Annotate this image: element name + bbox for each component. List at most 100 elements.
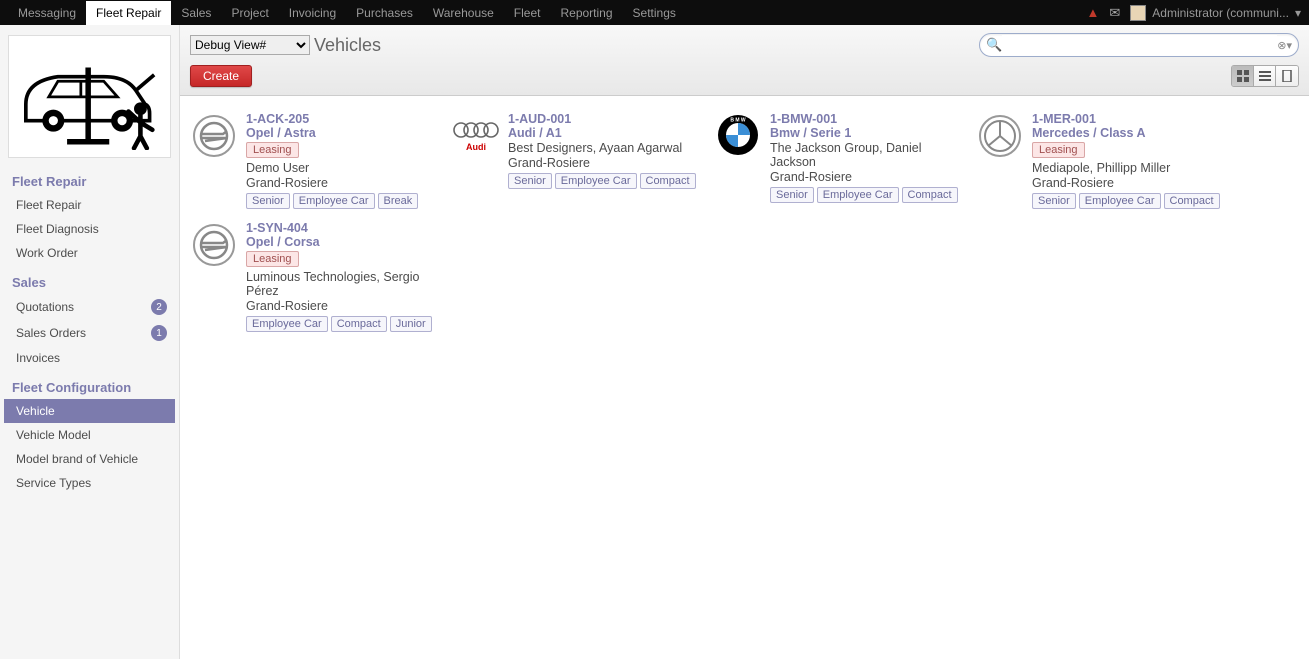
- top-nav-right: ▲ ✉ Administrator (communi... ▾: [1086, 5, 1301, 21]
- vehicle-tag: Compact: [902, 187, 958, 203]
- sidebar-item-fleet-diagnosis[interactable]: Fleet Diagnosis: [4, 217, 175, 241]
- sidebar-item-model-brand-of-vehicle[interactable]: Model brand of Vehicle: [4, 447, 175, 471]
- bmw-logo-icon: B M W: [716, 113, 760, 160]
- vehicle-tag: Senior: [508, 173, 552, 189]
- sidebar-section-fleet-repair: Fleet Repair: [4, 170, 175, 193]
- vehicle-tag: Employee Car: [555, 173, 637, 189]
- search-icon: 🔍: [986, 37, 1002, 53]
- sidebar-item-sales-orders[interactable]: Sales Orders 1: [4, 320, 175, 346]
- vehicle-tag: Compact: [1164, 193, 1220, 209]
- vehicle-location: Grand-Rosiere: [508, 156, 706, 170]
- sidebar-item-vehicle-model[interactable]: Vehicle Model: [4, 423, 175, 447]
- vehicle-tag: Employee Car: [293, 193, 375, 209]
- top-nav: MessagingFleet RepairSalesProjectInvoici…: [0, 0, 1309, 25]
- sidebar-item-label: Vehicle: [16, 404, 55, 418]
- sidebar-item-label: Model brand of Vehicle: [16, 452, 138, 466]
- sidebar-item-label: Fleet Diagnosis: [16, 222, 99, 236]
- topnav-item-settings[interactable]: Settings: [623, 1, 686, 25]
- topnav-item-purchases[interactable]: Purchases: [346, 1, 423, 25]
- vehicle-tags: SeniorEmployee CarBreak: [246, 193, 444, 209]
- topnav-item-project[interactable]: Project: [221, 1, 278, 25]
- vehicle-location: Grand-Rosiere: [1032, 176, 1230, 190]
- sidebar-item-vehicle[interactable]: Vehicle: [4, 399, 175, 423]
- badge: 1: [151, 325, 167, 341]
- vehicle-tags: Employee CarCompactJunior: [246, 316, 444, 332]
- opel-logo-icon: [193, 224, 235, 266]
- sidebar-item-fleet-repair[interactable]: Fleet Repair: [4, 193, 175, 217]
- vehicle-plate[interactable]: 1-ACK-205: [246, 112, 444, 126]
- vehicle-plate[interactable]: 1-SYN-404: [246, 221, 444, 235]
- topnav-item-messaging[interactable]: Messaging: [8, 1, 86, 25]
- alert-icon[interactable]: ▲: [1086, 5, 1099, 20]
- sidebar-item-invoices[interactable]: Invoices: [4, 346, 175, 370]
- create-button[interactable]: Create: [190, 65, 252, 87]
- vehicle-card[interactable]: B M W1-BMW-001Bmw / Serie 1The Jackson G…: [710, 108, 972, 213]
- search-input[interactable]: [1002, 35, 1277, 55]
- sidebar-item-label: Vehicle Model: [16, 428, 91, 442]
- vehicle-card[interactable]: 1-SYN-404Opel / CorsaLeasingLuminous Tec…: [186, 217, 448, 336]
- clear-search-icon[interactable]: ⊗▾: [1277, 39, 1292, 52]
- chat-icon[interactable]: ✉: [1109, 5, 1120, 21]
- vehicle-tag: Compact: [640, 173, 696, 189]
- vehicle-tags: SeniorEmployee CarCompact: [1032, 193, 1230, 209]
- sidebar-item-label: Work Order: [16, 246, 78, 260]
- user-menu[interactable]: Administrator (communi... ▾: [1130, 5, 1301, 21]
- vehicle-location: Grand-Rosiere: [770, 170, 968, 184]
- vehicle-model[interactable]: Opel / Corsa: [246, 235, 444, 249]
- sidebar-item-label: Service Types: [16, 476, 91, 490]
- user-label: Administrator (communi...: [1152, 6, 1289, 20]
- avatar: [1130, 5, 1146, 21]
- search-box[interactable]: 🔍 ⊗▾: [979, 33, 1299, 57]
- vehicle-customer: Mediapole, Phillipp Miller: [1032, 161, 1230, 175]
- leasing-badge: Leasing: [246, 142, 299, 158]
- badge: 2: [151, 299, 167, 315]
- vehicle-plate[interactable]: 1-AUD-001: [508, 112, 706, 126]
- vehicle-model[interactable]: Bmw / Serie 1: [770, 126, 968, 140]
- vehicle-location: Grand-Rosiere: [246, 176, 444, 190]
- vehicle-kanban: 1-ACK-205Opel / AstraLeasingDemo UserGra…: [180, 96, 1309, 348]
- sidebar-item-label: Invoices: [16, 351, 60, 365]
- sidebar-section-sales: Sales: [4, 271, 175, 294]
- sidebar: Fleet Repair Fleet Repair Fleet Diagnosis W…: [0, 25, 180, 659]
- vehicle-tag: Senior: [1032, 193, 1076, 209]
- debug-view-select[interactable]: Debug View#: [190, 35, 310, 55]
- fleet-repair-logo-icon: [15, 40, 165, 150]
- topnav-item-reporting[interactable]: Reporting: [550, 1, 622, 25]
- vehicle-tag: Employee Car: [246, 316, 328, 332]
- topnav-item-warehouse[interactable]: Warehouse: [423, 1, 504, 25]
- vehicle-card[interactable]: 1-MER-001Mercedes / Class A Leasing Mediap…: [972, 108, 1234, 213]
- vehicle-plate[interactable]: 1-MER-001: [1032, 112, 1230, 126]
- vehicle-card[interactable]: Audi1-AUD-001Audi / A1Best Designers, Ay…: [448, 108, 710, 213]
- sidebar-item-label: Sales Orders: [16, 326, 86, 340]
- topnav-item-fleet-repair[interactable]: Fleet Repair: [86, 1, 171, 25]
- vehicle-model[interactable]: Opel / Astra: [246, 126, 444, 140]
- content: Debug View# Vehicles 🔍 ⊗▾ Create: [180, 25, 1309, 659]
- vehicle-tag: Employee Car: [1079, 193, 1161, 209]
- vehicle-plate[interactable]: 1-BMW-001: [770, 112, 968, 126]
- view-switcher: [1231, 65, 1299, 87]
- sidebar-item-label: Fleet Repair: [16, 198, 81, 212]
- topnav-item-sales[interactable]: Sales: [171, 1, 221, 25]
- sidebar-item-quotations[interactable]: Quotations 2: [4, 294, 175, 320]
- leasing-badge: Leasing: [1032, 142, 1085, 158]
- sidebar-item-label: Quotations: [16, 300, 74, 314]
- mercedes-logo-icon: [979, 115, 1021, 157]
- form-view-button[interactable]: [1276, 66, 1298, 86]
- vehicle-card[interactable]: 1-ACK-205Opel / AstraLeasingDemo UserGra…: [186, 108, 448, 213]
- vehicle-tags: SeniorEmployee CarCompact: [508, 173, 706, 189]
- sidebar-section-fleet-configuration: Fleet Configuration: [4, 376, 175, 399]
- page-title: Vehicles: [314, 35, 381, 56]
- vehicle-model[interactable]: Mercedes / Class A: [1032, 126, 1230, 140]
- top-nav-items: MessagingFleet RepairSalesProjectInvoici…: [8, 1, 686, 25]
- sidebar-item-service-types[interactable]: Service Types: [4, 471, 175, 495]
- topnav-item-invoicing[interactable]: Invoicing: [279, 1, 346, 25]
- kanban-view-button[interactable]: [1232, 66, 1254, 86]
- vehicle-tag: Employee Car: [817, 187, 899, 203]
- leasing-badge: Leasing: [246, 251, 299, 267]
- vehicle-tag: Break: [378, 193, 419, 209]
- topnav-item-fleet[interactable]: Fleet: [504, 1, 551, 25]
- sidebar-item-work-order[interactable]: Work Order: [4, 241, 175, 265]
- list-view-button[interactable]: [1254, 66, 1276, 86]
- vehicle-location: Grand-Rosiere: [246, 299, 444, 313]
- vehicle-model[interactable]: Audi / A1: [508, 126, 706, 140]
